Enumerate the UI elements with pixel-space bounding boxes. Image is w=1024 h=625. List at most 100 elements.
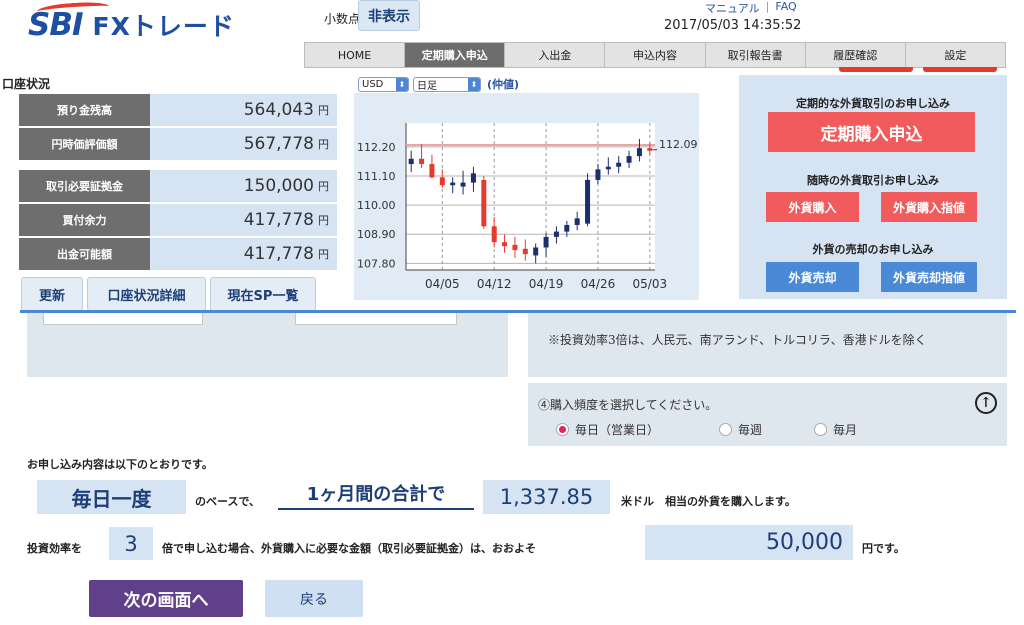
- required-amount: 50,000: [645, 525, 853, 560]
- sell-button[interactable]: 外貨売却: [766, 262, 859, 292]
- decimal-toggle-button[interactable]: 非表示: [358, 0, 420, 31]
- nav-home[interactable]: HOME: [304, 42, 406, 68]
- regular-purchase-button[interactable]: 定期購入申込: [768, 112, 975, 152]
- red-tab-edge: [839, 67, 913, 72]
- candle-body: [512, 244, 518, 251]
- candle-body: [470, 173, 476, 183]
- candle-body: [574, 218, 580, 225]
- manual-link[interactable]: マニュアル: [705, 0, 760, 16]
- amount-tail-text: 米ドル 相当の外貨を購入します。: [621, 495, 796, 508]
- radio-dot-selected[interactable]: [556, 423, 569, 436]
- summary-intro: お申し込み内容は以下のとおりです。: [27, 458, 213, 471]
- faq-link[interactable]: FAQ: [775, 0, 796, 16]
- candle-body: [564, 224, 570, 232]
- account-row-value: 567,778 円: [150, 128, 337, 160]
- chart-controls: USD ⬍ 日足 ⬍ (仲値): [358, 76, 519, 92]
- x-tick-label: 05/03: [633, 277, 668, 291]
- main-nav: HOME 定期購入申込 入出金 申込内容 取引報告書 履歴確認 設定: [304, 42, 1006, 68]
- radio-label: 毎月: [833, 423, 858, 437]
- spot-buy-button[interactable]: 外貨購入: [766, 192, 859, 222]
- x-tick-label: 04/26: [581, 277, 616, 291]
- nav-settings[interactable]: 設定: [905, 42, 1006, 68]
- select-arrow-icon: ⬍: [396, 77, 408, 91]
- purchase-amount: 1,337.85: [483, 480, 610, 514]
- refresh-button[interactable]: 更新: [21, 277, 83, 311]
- radio-dot[interactable]: [814, 423, 827, 436]
- price-type-label: (仲値): [487, 78, 520, 91]
- account-row-label: 買付余力: [19, 204, 150, 236]
- candle-body: [636, 148, 642, 157]
- current-sp-list-button[interactable]: 現在SP一覧: [210, 277, 316, 311]
- frequency-value: 毎日一度: [37, 480, 186, 514]
- logo-fx-text: FXトレード: [92, 12, 235, 41]
- account-row-buying-power: 買付余力 417,778 円: [19, 204, 337, 236]
- currency-select[interactable]: USD ⬍: [358, 76, 409, 92]
- nav-trade-report[interactable]: 取引報告書: [705, 42, 806, 68]
- nav-deposit-withdraw[interactable]: 入出金: [505, 42, 606, 68]
- price-chart: 112.20 111.10 110.00 108.90 107.80 04/05 04/12…: [354, 93, 699, 300]
- spot-buy-limit-button[interactable]: 外貨購入指値: [881, 192, 977, 222]
- partial-select-right[interactable]: [295, 313, 457, 325]
- select-arrow-icon: ⬍: [468, 77, 480, 91]
- top-links: マニュアル | FAQ: [705, 0, 797, 16]
- order-panel: 定期的な外貨取引のお申し込み 定期購入申込 随時の外貨取引お申し込み 外貨購入 …: [739, 75, 1007, 299]
- candle-body: [481, 179, 487, 227]
- candle-body: [460, 182, 466, 187]
- currency-value: USD: [362, 78, 384, 90]
- efficiency-note-panel: ※投資効率3倍は、人民元、南アランド、トルコリラ、香港ドルを除く: [528, 313, 1007, 377]
- account-row-label: 取引必要証拠金: [19, 170, 150, 202]
- radio-label: 毎日（営業日）: [575, 423, 660, 437]
- candle-body: [647, 148, 653, 151]
- candle-body: [522, 248, 528, 255]
- current-datetime: 2017/05/03 14:35:52: [664, 18, 802, 33]
- period-select[interactable]: 日足 ⬍: [413, 76, 481, 92]
- candle-body: [491, 226, 497, 243]
- unit: 円: [318, 248, 329, 261]
- account-details-button[interactable]: 口座状況詳細: [87, 277, 206, 311]
- unit: 円: [318, 138, 329, 151]
- y-tick-label: 107.80: [357, 257, 396, 270]
- next-screen-button[interactable]: 次の画面へ: [89, 580, 243, 617]
- candle-body: [543, 236, 549, 248]
- candle-body: [450, 182, 456, 186]
- radio-monthly[interactable]: 毎月: [814, 421, 857, 438]
- scroll-up-icon[interactable]: ↑: [975, 392, 997, 414]
- base-text: のベースで、: [195, 495, 261, 508]
- account-status-title: 口座状況: [2, 77, 51, 91]
- x-tick-label: 04/05: [425, 277, 460, 291]
- amount: 564,043: [243, 100, 314, 120]
- nav-history[interactable]: 履歴確認: [805, 42, 906, 68]
- candle-body: [553, 231, 559, 237]
- amount: 150,000: [243, 176, 314, 196]
- back-button[interactable]: 戻る: [265, 580, 363, 617]
- link-separator: |: [765, 0, 770, 13]
- nav-regular-purchase[interactable]: 定期購入申込: [405, 42, 506, 68]
- radio-daily[interactable]: 毎日（営業日）: [556, 421, 659, 438]
- spot-order-heading: 随時の外貨取引お申し込み: [807, 174, 939, 187]
- candle-body: [419, 158, 425, 165]
- current-price-label: 112.09: [659, 138, 698, 151]
- partial-select-left[interactable]: [43, 313, 203, 325]
- candle-body: [616, 162, 622, 167]
- y-tick-label: 112.20: [357, 141, 396, 154]
- y-tick-label: 108.90: [357, 228, 396, 241]
- y-tick-label: 110.00: [357, 199, 396, 212]
- candle-body: [408, 158, 414, 165]
- sell-limit-button[interactable]: 外貨売却指値: [881, 262, 977, 292]
- radio-dot[interactable]: [719, 423, 732, 436]
- account-row-label: 出金可能額: [19, 238, 150, 270]
- candle-body: [439, 177, 445, 186]
- candle-body: [595, 169, 601, 180]
- radio-weekly[interactable]: 毎週: [719, 421, 762, 438]
- account-row-withdrawable: 出金可能額 417,778 円: [19, 238, 337, 270]
- nav-application-details[interactable]: 申込内容: [605, 42, 706, 68]
- red-tab-edge: [923, 67, 997, 72]
- period-value: 日足: [417, 80, 437, 92]
- radio-label: 毎週: [738, 423, 763, 437]
- y-tick-label: 111.10: [357, 170, 396, 183]
- period-text: 1ヶ月間の合計で: [278, 480, 474, 510]
- candle-body: [429, 164, 435, 178]
- unit: 円: [318, 214, 329, 227]
- candle-body: [585, 179, 591, 224]
- candle-body: [605, 166, 611, 170]
